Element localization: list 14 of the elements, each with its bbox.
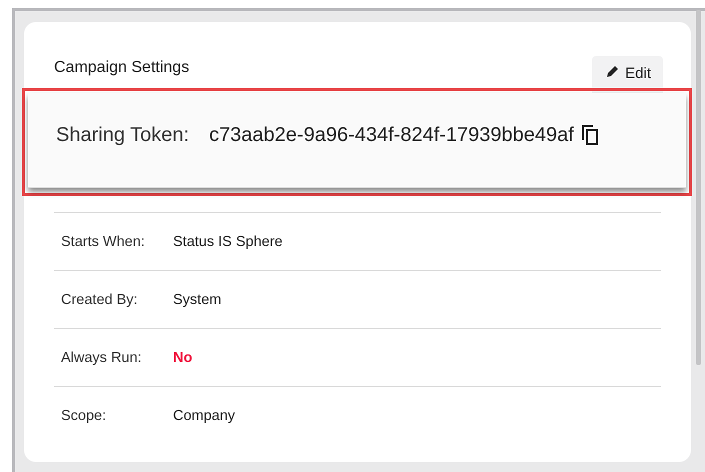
field-label: Scope: — [61, 408, 108, 424]
field-value: Company — [173, 408, 236, 424]
field-label: Starts When: — [61, 234, 146, 250]
field-label: Always Run: — [61, 350, 143, 366]
pencil-icon — [606, 65, 620, 78]
field-value: System — [173, 292, 222, 308]
field-value: Status IS Sphere — [173, 234, 283, 250]
card-title: Campaign Settings — [54, 59, 190, 77]
token-value: c73aab2e-9a96-434f-824f-17939bbe49af — [209, 124, 574, 146]
field-label: Created By: — [61, 292, 139, 308]
token-label: Sharing Token: — [56, 124, 190, 146]
scrollbar[interactable] — [696, 10, 701, 365]
field-value: No — [173, 350, 192, 366]
copy-icon[interactable] — [582, 125, 598, 145]
